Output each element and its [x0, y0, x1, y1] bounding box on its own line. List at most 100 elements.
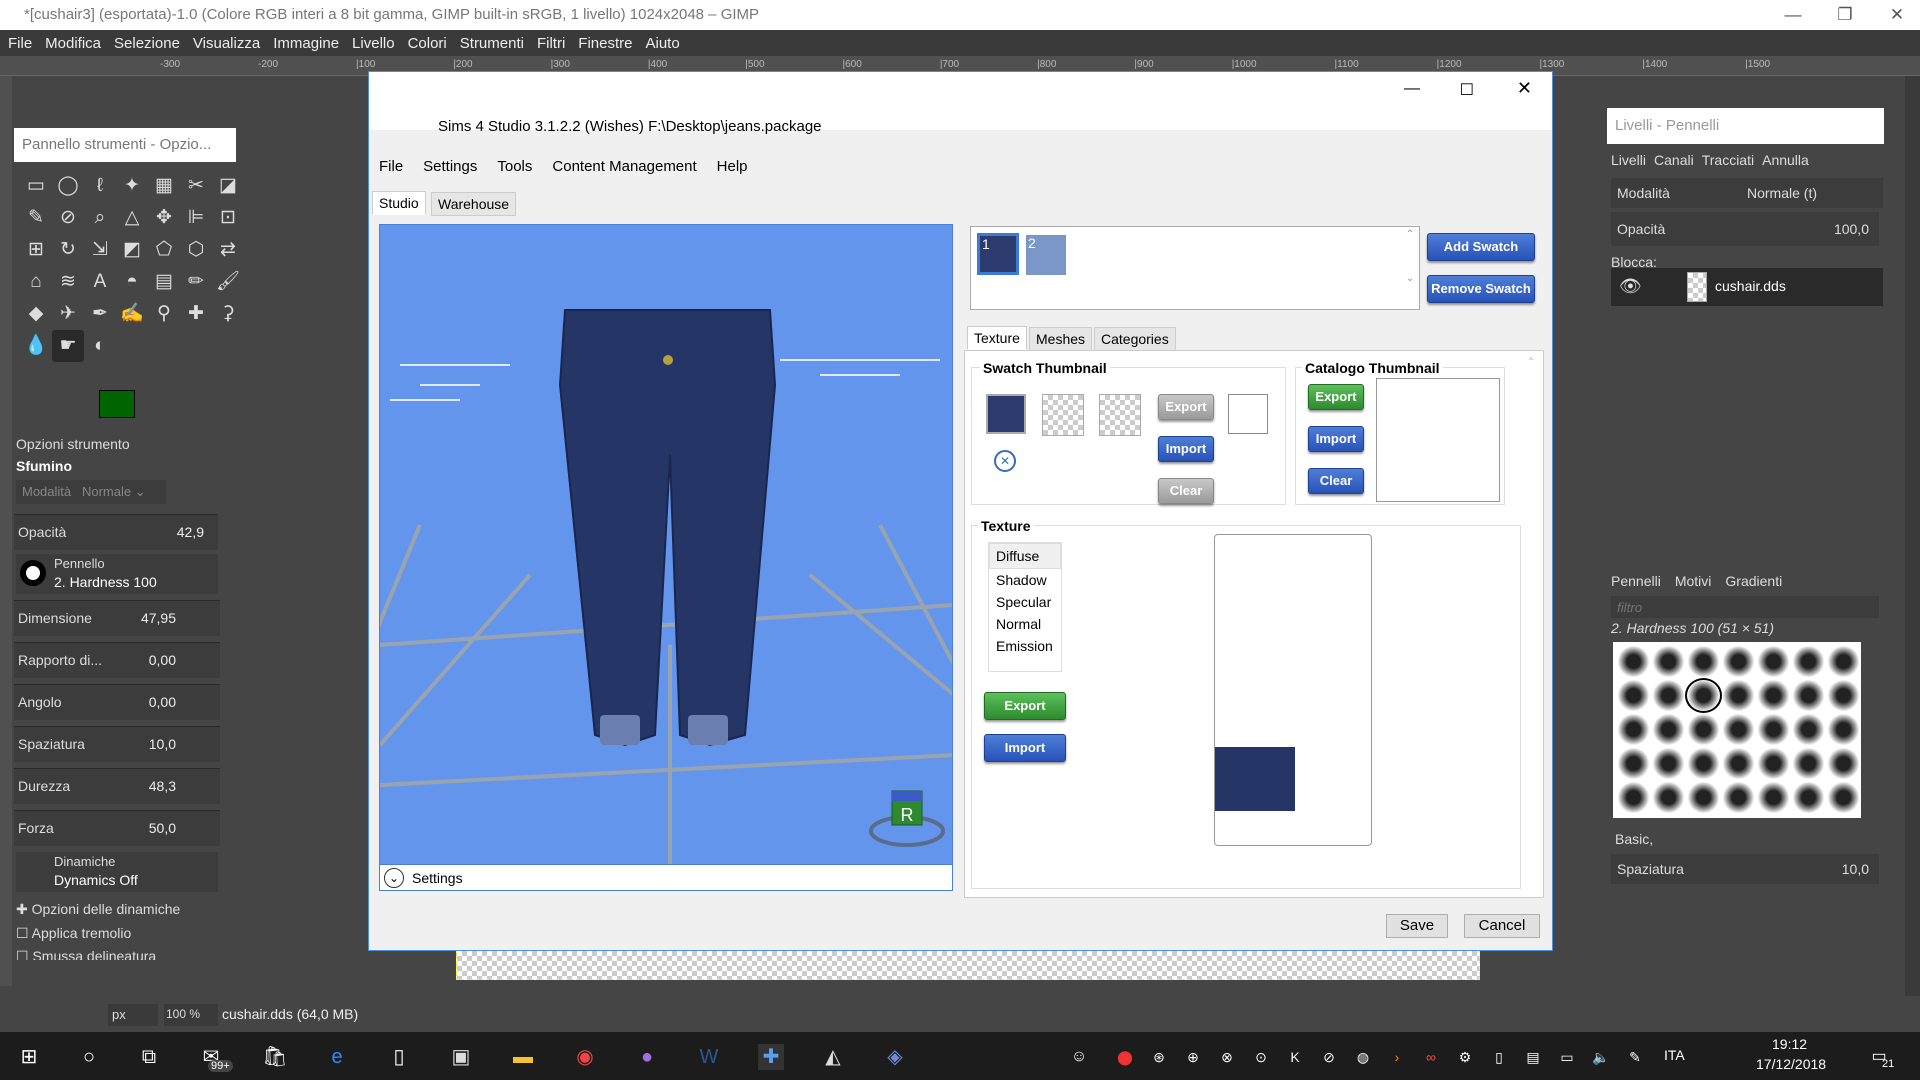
tab-livelli[interactable]: Livelli [1611, 152, 1646, 168]
restore-icon[interactable]: ❐ [1822, 0, 1868, 30]
color-picker-icon[interactable]: ⊘ [52, 202, 84, 234]
eraser-icon[interactable]: ◆ [20, 298, 52, 330]
add-swatch-button[interactable]: Add Swatch [1427, 233, 1535, 261]
swatch-export-button[interactable]: Export [1158, 394, 1214, 420]
task-view-icon[interactable]: ⧉ [136, 1044, 162, 1070]
brush-thumb-selected[interactable] [1685, 678, 1722, 713]
settings-expander[interactable]: ⌄ Settings [380, 864, 952, 890]
panel-scrollbar[interactable]: ⌃ [1527, 357, 1539, 887]
mode-select[interactable]: Modalità Normale ⌄ [16, 480, 166, 504]
studio-menu-help[interactable]: Help [717, 152, 748, 182]
zoom-select[interactable]: 100 % [164, 1004, 218, 1026]
tab-tracciati[interactable]: Tracciati [1702, 152, 1754, 168]
studio-menu-settings[interactable]: Settings [423, 152, 477, 182]
brush-thumb[interactable] [1722, 782, 1755, 813]
brush-thumb[interactable] [1722, 680, 1755, 711]
brush-thumb[interactable] [1617, 646, 1650, 677]
brush-thumb[interactable] [1617, 782, 1650, 813]
3d-viewport[interactable]: R ⌄ Settings [379, 224, 953, 891]
document-icon[interactable]: ▯ [386, 1044, 412, 1070]
zoom-icon[interactable]: ⌕ [84, 202, 116, 234]
tray-icon[interactable]: ◍ [1350, 1044, 1376, 1070]
size-slider[interactable]: Dimensione 47,95 [14, 600, 220, 636]
app-icon[interactable]: ▣ [448, 1044, 474, 1070]
dodge-burn-icon[interactable]: ◐ [84, 330, 116, 362]
brush-thumb[interactable] [1827, 782, 1860, 813]
language-indicator[interactable]: ITA [1664, 1047, 1685, 1063]
clone-icon[interactable]: ⚲ [148, 298, 180, 330]
fuzzy-select-icon[interactable]: ✦ [116, 170, 148, 202]
paintbrush-icon[interactable]: 🖌 [212, 266, 244, 298]
brush-filter-input[interactable] [1611, 596, 1879, 618]
ellipse-select-icon[interactable]: ◯ [52, 170, 84, 202]
brush-thumb[interactable] [1757, 680, 1790, 711]
tray-record-icon[interactable]: ⬤ [1112, 1044, 1138, 1070]
word-icon[interactable]: W [696, 1044, 722, 1070]
jitter-checkbox[interactable]: ☐ Applica tremolio [16, 925, 131, 942]
brush-thumb[interactable] [1722, 714, 1755, 745]
tray-icon[interactable]: ▤ [1520, 1044, 1546, 1070]
steam-icon[interactable]: ⚙ [1452, 1044, 1478, 1070]
force-slider[interactable]: Forza 50,0 [14, 810, 220, 846]
canvas-image[interactable] [456, 950, 1480, 980]
brush-thumb[interactable] [1722, 646, 1755, 677]
file-explorer-icon[interactable]: ▬ [510, 1044, 536, 1070]
store-icon[interactable]: 🛍 [262, 1044, 288, 1070]
flip-icon[interactable]: ⇄ [212, 234, 244, 266]
texture-item-shadow[interactable]: Shadow [989, 569, 1061, 591]
swatch-color-box[interactable] [1228, 394, 1268, 434]
brush-thumb[interactable] [1722, 748, 1755, 779]
menu-strumenti[interactable]: Strumenti [460, 35, 524, 52]
brush-thumb[interactable] [1757, 748, 1790, 779]
eye-icon[interactable]: 👁 [1619, 276, 1642, 297]
perspective-clone-icon[interactable]: ⚳ [212, 298, 244, 330]
texture-list[interactable]: Diffuse Shadow Specular Normal Emission [988, 542, 1062, 672]
brush-thumb[interactable] [1792, 680, 1825, 711]
brush-thumb[interactable] [1827, 680, 1860, 711]
people-icon[interactable]: ☺ [1066, 1044, 1092, 1070]
texture-export-button[interactable]: Export [984, 692, 1066, 720]
tray-icon[interactable]: ⊘ [1316, 1044, 1342, 1070]
brush-thumb[interactable] [1652, 680, 1685, 711]
studio-menu-tools[interactable]: Tools [497, 152, 532, 182]
dynamics-selector[interactable]: Dinamiche Dynamics Off [16, 852, 218, 892]
brush-thumb[interactable] [1757, 782, 1790, 813]
texture-import-button[interactable]: Import [984, 734, 1066, 762]
align-icon[interactable]: ⊫ [180, 202, 212, 234]
brush-thumb[interactable] [1617, 714, 1650, 745]
tab-motivi[interactable]: Motivi [1675, 573, 1712, 589]
texture-item-normal[interactable]: Normal [989, 613, 1061, 635]
menu-finestre[interactable]: Finestre [578, 35, 632, 52]
brush-thumb[interactable] [1792, 748, 1825, 779]
brush-thumb[interactable] [1687, 646, 1720, 677]
swatch-clear-button[interactable]: Clear [1158, 478, 1214, 504]
tab-canali[interactable]: Canali [1654, 152, 1694, 168]
opacity-slider[interactable]: Opacità 42,9 [14, 514, 218, 550]
aspect-ratio-slider[interactable]: Rapporto di... 0,00 [14, 642, 220, 678]
measure-icon[interactable]: △ [116, 202, 148, 234]
bucket-fill-icon[interactable]: ◓ [116, 266, 148, 298]
layer-row[interactable]: 👁 cushair.dds [1611, 268, 1883, 306]
minimize-icon[interactable]: — [1770, 0, 1816, 30]
tab-meshes[interactable]: Meshes [1029, 327, 1093, 351]
texture-item-diffuse[interactable]: Diffuse [989, 543, 1061, 569]
layer-opacity-slider[interactable]: Opacità 100,0 [1611, 212, 1879, 246]
brush-thumb[interactable] [1652, 714, 1685, 745]
remove-swatch-button[interactable]: Remove Swatch [1427, 275, 1535, 303]
foreground-select-icon[interactable]: ◪ [212, 170, 244, 202]
scale-icon[interactable]: ⇲ [84, 234, 116, 266]
brush-thumb[interactable] [1687, 714, 1720, 745]
brush-thumb[interactable] [1757, 646, 1790, 677]
tab-pennelli[interactable]: Pennelli [1611, 573, 1661, 589]
brush-thumb[interactable] [1652, 782, 1685, 813]
swatch-list[interactable]: 1 2 ⌃ ⌄ [970, 226, 1420, 310]
menu-selezione[interactable]: Selezione [114, 35, 180, 52]
swatch-2[interactable]: 2 [1026, 235, 1066, 275]
texture-item-specular[interactable]: Specular [989, 591, 1061, 613]
brush-thumb[interactable] [1792, 782, 1825, 813]
perspective-icon[interactable]: ⬠ [148, 234, 180, 266]
cage-icon[interactable]: ⌂ [20, 266, 52, 298]
windows-start-icon[interactable]: ⊞ [16, 1044, 42, 1070]
discord-icon[interactable]: ◈ [882, 1044, 908, 1070]
studio-menu-file[interactable]: File [379, 152, 403, 182]
